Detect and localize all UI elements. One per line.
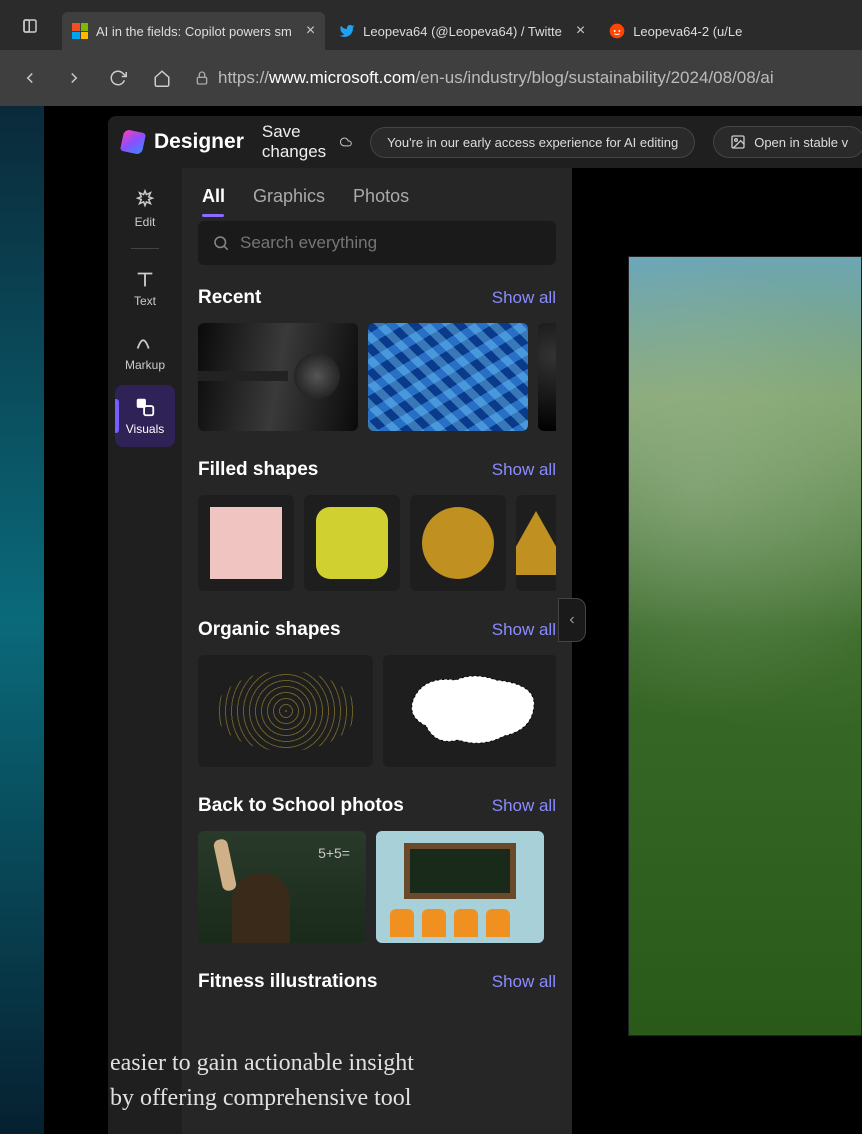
home-button[interactable] [142,58,182,98]
address-bar: https://www.microsoft.com/en-us/industry… [0,50,862,106]
cloud-icon [340,133,352,151]
tab-twitter[interactable]: Leopeva64 (@Leopeva64) / Twitte × [329,12,595,50]
rail-edit[interactable]: Edit [115,178,175,240]
school-thumb[interactable] [376,831,544,943]
chevron-left-icon [566,614,578,626]
shape-triangle-ochre[interactable] [516,495,556,591]
recent-thumb[interactable] [368,323,528,431]
article-line: by offering comprehensive tool [110,1081,862,1116]
show-all-organic[interactable]: Show all [492,620,556,640]
section-recent-title: Recent [198,287,261,309]
recent-thumb[interactable] [538,323,556,431]
refresh-button[interactable] [98,58,138,98]
twitter-icon [339,23,355,39]
collapse-panel-button[interactable] [558,598,586,642]
shape-square-pink[interactable] [198,495,294,591]
designer-header: Designer Save changes You're in our earl… [108,116,862,168]
tab-ai-in-fields[interactable]: AI in the fields: Copilot powers sm × [62,12,325,50]
organic-shape-dots[interactable] [198,655,373,767]
visuals-panel: All Graphics Photos Recent Show all [182,168,572,1134]
tool-rail: Edit Text Markup Visuals [108,168,182,1134]
recent-thumb[interactable] [198,323,358,431]
shape-circle-ochre[interactable] [410,495,506,591]
tab-actions-icon[interactable] [12,8,48,44]
tab-title: Leopeva64-2 (u/Le [633,24,742,39]
canvas-image[interactable] [628,256,862,1036]
browser-tab-strip: AI in the fields: Copilot powers sm × Le… [0,0,862,50]
close-icon[interactable]: × [306,22,315,40]
rail-text[interactable]: Text [115,257,175,319]
designer-logo-icon [120,129,146,155]
search-input[interactable] [240,233,542,253]
page-background [0,106,44,1134]
school-thumb[interactable]: 5+5= [198,831,366,943]
tab-all[interactable]: All [202,186,225,207]
rail-markup[interactable]: Markup [115,321,175,383]
early-access-banner: You're in our early access experience fo… [370,127,695,158]
filled-shapes-row [198,495,556,591]
shape-rounded-yellow[interactable] [304,495,400,591]
close-icon[interactable]: × [576,22,585,40]
separator [131,248,159,249]
active-indicator [115,399,119,433]
microsoft-icon [72,23,88,39]
tab-title: AI in the fields: Copilot powers sm [96,24,292,39]
recent-row [198,323,556,431]
school-row: 5+5= [198,831,556,943]
forward-button[interactable] [54,58,94,98]
section-organic-title: Organic shapes [198,619,341,641]
app-name: Designer [154,130,244,154]
rail-visuals[interactable]: Visuals [115,385,175,447]
article-line: easier to gain actionable insight [110,1046,862,1081]
organic-shape-blob[interactable] [383,655,556,767]
search-icon [212,234,230,252]
url-text: https://www.microsoft.com/en-us/industry… [218,68,774,88]
section-fitness-title: Fitness illustrations [198,971,377,993]
canvas-area [572,168,862,1134]
designer-panel: Designer Save changes You're in our earl… [108,116,862,1134]
url-field[interactable]: https://www.microsoft.com/en-us/industry… [186,68,852,88]
show-all-recent[interactable]: Show all [492,288,556,308]
visuals-tabs: All Graphics Photos [198,178,556,221]
back-button[interactable] [10,58,50,98]
tab-photos[interactable]: Photos [353,186,409,207]
show-all-school[interactable]: Show all [492,796,556,816]
section-school-title: Back to School photos [198,795,404,817]
tab-reddit[interactable]: Leopeva64-2 (u/Le [599,12,752,50]
image-icon [730,134,746,150]
open-stable-button[interactable]: Open in stable v [713,126,862,158]
show-all-fitness[interactable]: Show all [492,972,556,992]
search-box[interactable] [198,221,556,265]
reddit-icon [609,23,625,39]
show-all-filled[interactable]: Show all [492,460,556,480]
designer-logo[interactable]: Designer [122,130,244,154]
tab-title: Leopeva64 (@Leopeva64) / Twitte [363,24,562,39]
save-changes-button[interactable]: Save changes [262,122,352,162]
tab-graphics[interactable]: Graphics [253,186,325,207]
lock-icon [194,70,210,86]
page-content: Designer Save changes You're in our earl… [0,106,862,1134]
article-text: easier to gain actionable insight by off… [110,1046,862,1116]
section-filled-title: Filled shapes [198,459,318,481]
organic-shapes-row [198,655,556,767]
